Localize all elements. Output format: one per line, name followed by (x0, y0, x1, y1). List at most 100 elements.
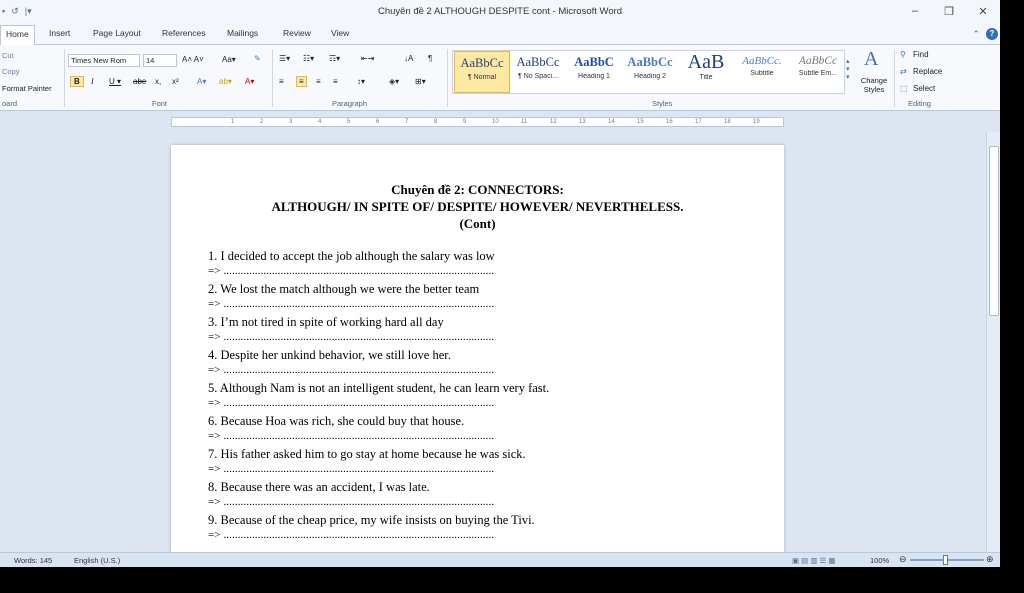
line-spacing-icon[interactable]: ↕▾ (357, 77, 365, 86)
align-left-icon[interactable]: ≡ (279, 77, 284, 86)
ribbon-separator (447, 49, 448, 107)
minimize-button[interactable]: – (898, 0, 932, 22)
tab-home[interactable]: Home (0, 25, 35, 46)
ruler-tick: 9 (463, 119, 467, 125)
style-normal[interactable]: AaBbCc ¶ Normal (454, 51, 510, 93)
help-icon[interactable]: ? (986, 28, 998, 40)
restore-button[interactable]: ❐ (932, 0, 966, 22)
copy-button[interactable]: Copy (2, 67, 20, 76)
change-case-icon[interactable]: Aa▾ (222, 55, 236, 64)
styles-gallery: AaBbCc ¶ Normal AaBbCc ¶ No Spaci... AaB… (452, 50, 845, 94)
title-bar: ▪ ↺ |▾ Chuyên đề 2 ALTHOUGH DESPITE cont… (0, 0, 1000, 24)
style-subtitle[interactable]: AaBbCc. Subtitle (734, 51, 790, 93)
document-page[interactable]: Chuyên đề 2: CONNECTORS: ALTHOUGH/ IN SP… (171, 145, 784, 555)
grow-font-icon[interactable]: A˄ A˅ (182, 55, 204, 64)
window-controls: – ❐ ✕ (898, 0, 1000, 22)
tab-page-layout[interactable]: Page Layout (93, 28, 141, 38)
text-effects-icon[interactable]: A▾ (197, 77, 206, 86)
borders-icon[interactable]: ⊞▾ (415, 77, 426, 86)
format-painter-button[interactable]: Format Painter (2, 84, 52, 93)
multilevel-list-icon[interactable]: ☶▾ (329, 54, 340, 63)
answer-line: => .....................................… (208, 529, 495, 541)
justify-icon[interactable]: ≡ (333, 77, 338, 86)
ruler-tick: 11 (521, 119, 528, 125)
tab-insert[interactable]: Insert (49, 28, 70, 38)
pilcrow-icon[interactable]: ¶ (428, 54, 432, 63)
answer-line: => .....................................… (208, 397, 495, 409)
vertical-scrollbar[interactable] (986, 132, 1000, 552)
find-icon: ⚲ (900, 50, 906, 59)
view-buttons[interactable]: ▣ ▤ ▥ ☰ ▦ (792, 556, 835, 565)
answer-line: => .....................................… (208, 463, 495, 475)
style-heading-1[interactable]: AaBbC Heading 1 (566, 51, 622, 93)
find-button[interactable]: Find (913, 50, 929, 59)
scrollbar-thumb[interactable] (989, 146, 999, 316)
change-styles-button[interactable]: Change Styles (857, 76, 891, 94)
editing-group-label: Editing (908, 99, 931, 108)
ruler-tick: 13 (579, 119, 586, 125)
answer-line: => .....................................… (208, 265, 495, 277)
document-subtitle: ALTHOUGH/ IN SPITE OF/ DESPITE/ HOWEVER/… (271, 199, 684, 214)
numbering-icon[interactable]: ☷▾ (303, 54, 314, 63)
style-no-spacing[interactable]: AaBbCc ¶ No Spaci... (510, 51, 566, 93)
font-name-box[interactable]: Times New Rom (68, 54, 140, 67)
highlight-icon[interactable]: ab▾ (219, 77, 232, 86)
ruler-tick: 5 (347, 119, 351, 125)
close-button[interactable]: ✕ (966, 0, 1000, 22)
zoom-level[interactable]: 100% (870, 556, 889, 565)
exercise-line: 4. Despite her unkind behavior, we still… (208, 348, 451, 362)
word-count[interactable]: Words: 145 (14, 556, 52, 565)
shading-icon[interactable]: ◈▾ (389, 77, 399, 86)
exercise-line: 8. Because there was an accident, I was … (208, 480, 430, 494)
tab-references[interactable]: References (162, 28, 205, 38)
cut-button[interactable]: Cut (2, 51, 14, 60)
ruler-tick: 14 (608, 119, 615, 125)
ruler-tick: 17 (695, 119, 702, 125)
style-subtle-emphasis[interactable]: AaBbCc Subtle Em... (790, 51, 846, 93)
bullets-icon[interactable]: ☰▾ (279, 54, 290, 63)
underline-button[interactable]: U ▾ (109, 77, 121, 86)
change-styles-icon[interactable]: A (864, 48, 878, 71)
zoom-out-icon[interactable]: ⊖ (899, 554, 907, 565)
clipboard-group-label: oard (2, 99, 18, 108)
answer-line: => .....................................… (208, 496, 495, 508)
ruler-tick: 4 (318, 119, 322, 125)
style-heading-2[interactable]: AaBbCc Heading 2 (622, 51, 678, 93)
subscript-button[interactable]: x, (155, 77, 161, 86)
tab-view[interactable]: View (331, 28, 349, 38)
sort-icon[interactable]: ↓A (404, 54, 413, 63)
ruler-tick: 16 (666, 119, 673, 125)
replace-icon: ⇄ (900, 67, 907, 76)
font-color-icon[interactable]: A▾ (245, 77, 254, 86)
styles-more-icon[interactable]: ▴ ▾ ▾ (846, 57, 850, 81)
tab-review[interactable]: Review (283, 28, 311, 38)
indent-icon[interactable]: ⇤⇥ (361, 54, 374, 63)
italic-button[interactable]: I (91, 77, 94, 86)
exercise-line: 3. I’m not tired in spite of working har… (208, 315, 444, 329)
font-size-box[interactable]: 14 (143, 54, 177, 67)
strikethrough-button[interactable]: abe (133, 77, 146, 86)
superscript-button[interactable]: x² (172, 77, 179, 86)
select-button[interactable]: Select (913, 84, 935, 93)
ribbon-separator (894, 49, 895, 107)
style-title[interactable]: AaB Title (678, 51, 734, 93)
align-right-icon[interactable]: ≡ (316, 77, 321, 86)
horizontal-ruler[interactable]: 1 2 3 4 5 6 7 8 9 10 11 12 13 14 15 16 17 18 19 (171, 117, 784, 127)
clear-format-icon[interactable]: ✎ (254, 54, 261, 63)
exercise-line: 1. I decided to accept the job although … (208, 249, 495, 263)
ruler-tick: 8 (434, 119, 438, 125)
center-icon[interactable]: ≡ (296, 76, 307, 87)
status-bar: Words: 145 English (U.S.) ▣ ▤ ▥ ☰ ▦ 100%… (0, 552, 1000, 567)
ruler-tick: 15 (637, 119, 644, 125)
language-indicator[interactable]: English (U.S.) (74, 556, 120, 565)
answer-line: => .....................................… (208, 298, 495, 310)
ribbon: Cut Copy Format Painter oard Times New R… (0, 45, 1000, 111)
zoom-in-icon[interactable]: ⊕ (986, 554, 994, 565)
font-group-label: Font (152, 99, 168, 108)
collapse-ribbon-icon[interactable]: ⌃ (972, 29, 980, 40)
bold-button[interactable]: B (70, 76, 84, 87)
tab-mailings[interactable]: Mailings (227, 28, 258, 38)
zoom-slider-knob[interactable] (943, 555, 948, 565)
document-title: Chuyên đề 2: CONNECTORS: (391, 182, 564, 197)
replace-button[interactable]: Replace (913, 67, 942, 76)
